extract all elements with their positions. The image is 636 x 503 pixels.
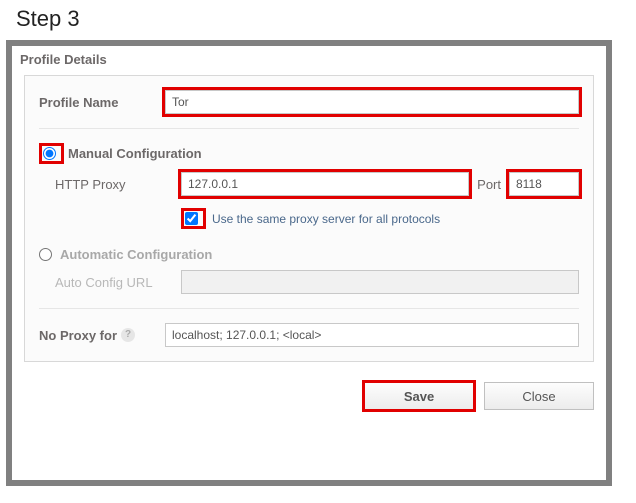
http-proxy-input[interactable]	[181, 172, 469, 196]
profile-details-dialog: Profile Details Profile Name Manual Conf…	[6, 40, 612, 486]
port-input[interactable]	[509, 172, 579, 196]
http-proxy-label: HTTP Proxy	[39, 177, 181, 192]
auto-url-row: Auto Config URL	[39, 270, 579, 294]
manual-config-radio[interactable]	[43, 147, 56, 160]
profile-form: Profile Name Manual Configuration HTTP P…	[24, 75, 594, 362]
no-proxy-input[interactable]	[165, 323, 579, 347]
auto-url-label: Auto Config URL	[39, 275, 181, 290]
separator	[39, 308, 579, 309]
dialog-footer: Save Close	[24, 372, 594, 410]
same-proxy-row: Use the same proxy server for all protoc…	[181, 208, 579, 229]
profile-name-input[interactable]	[165, 90, 579, 114]
profile-name-row: Profile Name	[39, 90, 579, 114]
step-title: Step 3	[16, 6, 80, 32]
panel-title: Profile Details	[12, 46, 606, 69]
same-proxy-highlight	[181, 208, 206, 229]
save-button[interactable]: Save	[364, 382, 474, 410]
profile-name-label: Profile Name	[39, 95, 165, 110]
port-label: Port	[477, 177, 501, 192]
manual-config-title: Manual Configuration	[68, 146, 202, 161]
separator	[39, 128, 579, 129]
auto-url-input	[181, 270, 579, 294]
auto-config-radio[interactable]	[39, 248, 52, 261]
auto-config-head: Automatic Configuration	[39, 247, 579, 262]
no-proxy-label: No Proxy for	[39, 328, 117, 343]
help-icon[interactable]: ?	[121, 328, 135, 342]
no-proxy-label-wrap: No Proxy for ?	[39, 328, 165, 343]
no-proxy-row: No Proxy for ?	[39, 323, 579, 347]
close-button[interactable]: Close	[484, 382, 594, 410]
same-proxy-checkbox[interactable]	[185, 212, 198, 225]
manual-config-head: Manual Configuration	[39, 143, 579, 164]
same-proxy-label: Use the same proxy server for all protoc…	[212, 212, 440, 226]
manual-radio-highlight	[39, 143, 64, 164]
http-proxy-row: HTTP Proxy Port	[39, 172, 579, 196]
auto-config-title: Automatic Configuration	[60, 247, 212, 262]
